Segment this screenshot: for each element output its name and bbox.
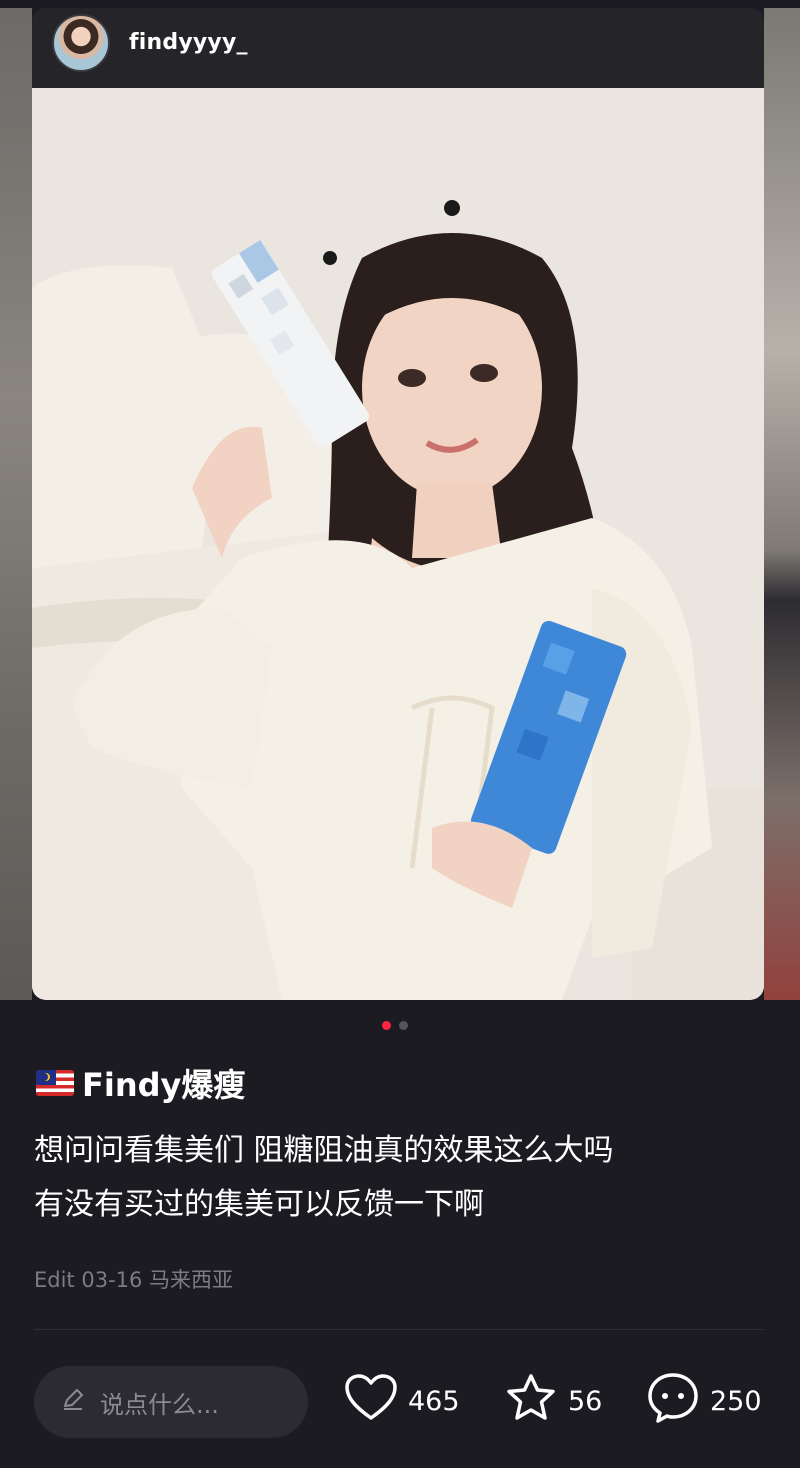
divider [34, 1329, 764, 1330]
post-card: findyyyy_ [32, 8, 764, 1000]
post-title: Findy爆瘦 [36, 1060, 245, 1106]
pencil-icon [60, 1386, 86, 1418]
post-card-header: findyyyy_ [32, 8, 764, 88]
top-strip [0, 0, 800, 8]
blurred-background-left [0, 0, 32, 1000]
comment-count: 250 [710, 1385, 762, 1417]
like-count: 465 [408, 1385, 460, 1417]
avatar[interactable] [52, 14, 110, 72]
post-body-line: 想问问看集美们 阻糖阻油真的效果这么大吗 [34, 1133, 614, 1168]
post-title-text: Findy爆瘦 [82, 1066, 246, 1104]
heart-icon [344, 1373, 398, 1430]
carousel-indicator [382, 1021, 408, 1031]
comment-bubble-icon [646, 1371, 700, 1432]
post-body-line: 有没有买过的集美可以反馈一下啊 [34, 1187, 484, 1222]
like-button[interactable]: 465 [344, 1372, 460, 1430]
post-body: 想问问看集美们 阻糖阻油真的效果这么大吗 有没有买过的集美可以反馈一下啊 [34, 1124, 764, 1232]
blurred-background-right [764, 0, 800, 1000]
comment-placeholder: 说点什么... [100, 1390, 219, 1419]
malaysia-flag-icon [36, 1070, 74, 1096]
star-icon [504, 1372, 558, 1431]
comment-input[interactable]: 说点什么... [34, 1366, 308, 1438]
favorite-count: 56 [568, 1385, 603, 1417]
comment-button[interactable]: 250 [646, 1372, 762, 1430]
post-detail-screen: findyyyy_ Findy爆瘦 想问问看集美们 阻糖阻油真的效果这么大吗 有… [0, 0, 800, 1468]
post-meta: Edit 03-16 马来西亚 [34, 1268, 234, 1292]
carousel-dot[interactable] [399, 1021, 408, 1030]
favorite-button[interactable]: 56 [504, 1372, 602, 1430]
post-image[interactable] [32, 88, 764, 1000]
post-photo-illustration [32, 88, 764, 1000]
author-username[interactable]: findyyyy_ [129, 30, 248, 55]
carousel-dot-active[interactable] [382, 1021, 391, 1030]
